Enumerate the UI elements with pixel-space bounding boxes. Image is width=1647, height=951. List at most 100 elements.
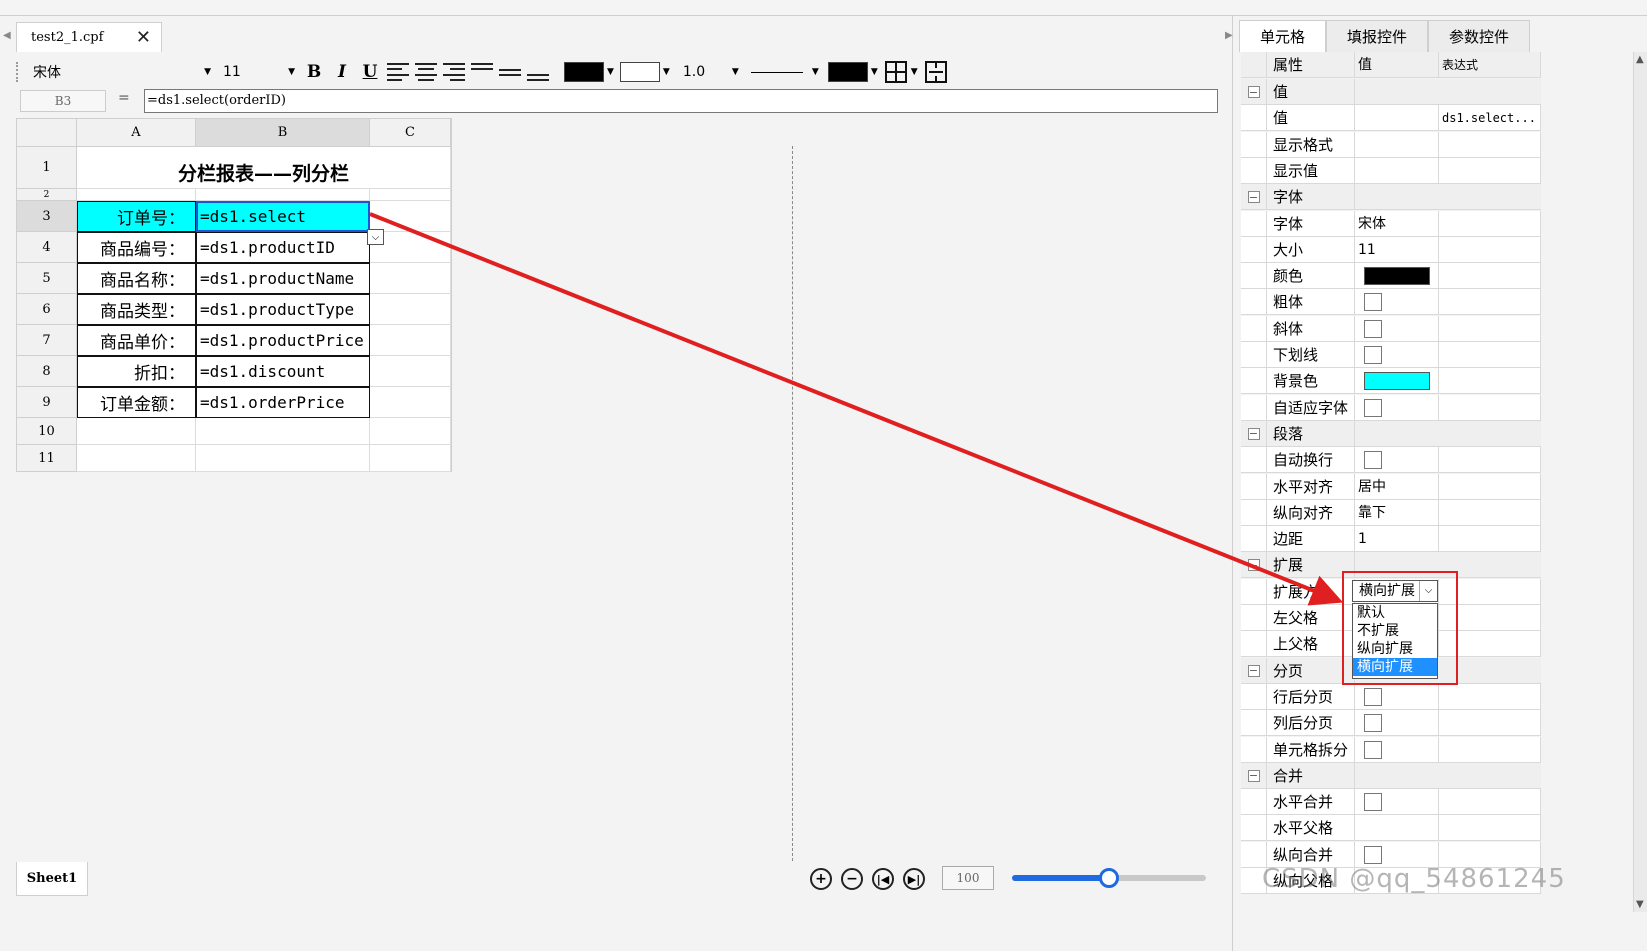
- row-header[interactable]: 4: [17, 232, 77, 263]
- document-tab[interactable]: test2_1.cpf ✕: [16, 22, 162, 52]
- first-page-icon[interactable]: |◀: [872, 868, 894, 890]
- row-header[interactable]: 8: [17, 356, 77, 387]
- collapse-icon[interactable]: −: [1247, 427, 1260, 440]
- property-checkbox[interactable]: [1364, 398, 1382, 417]
- scroll-up-icon[interactable]: ▲: [1636, 54, 1644, 65]
- formula-cell[interactable]: =ds1.orderPrice: [196, 387, 370, 418]
- panel-collapse-icon[interactable]: ▶: [1225, 30, 1233, 41]
- label-cell[interactable]: 商品名称：: [77, 263, 196, 294]
- row-header[interactable]: 3: [17, 201, 77, 232]
- property-checkbox[interactable]: [1364, 740, 1382, 759]
- row-header[interactable]: 7: [17, 325, 77, 356]
- cell-dropdown-button[interactable]: ⌵: [367, 229, 384, 245]
- property-checkbox[interactable]: [1364, 346, 1382, 364]
- row-header[interactable]: 9: [17, 387, 77, 418]
- collapse-icon[interactable]: −: [1247, 664, 1260, 677]
- label-cell[interactable]: 商品单价：: [77, 325, 196, 356]
- property-checkbox[interactable]: [1364, 714, 1382, 733]
- property-value[interactable]: 11: [1358, 242, 1376, 258]
- font-family-select[interactable]: 宋体 ▼: [26, 60, 216, 84]
- property-group-row[interactable]: − 合并: [1241, 762, 1541, 789]
- empty-cell[interactable]: [370, 445, 451, 472]
- formula-cell[interactable]: =ds1.select: [196, 201, 370, 232]
- label-cell[interactable]: 商品类型：: [77, 294, 196, 325]
- row-header[interactable]: 2: [17, 189, 77, 201]
- color-swatch[interactable]: [1364, 267, 1430, 286]
- chevron-down-icon[interactable]: ▼: [607, 67, 614, 77]
- chevron-down-icon[interactable]: ▼: [871, 67, 878, 77]
- border-all-icon[interactable]: [884, 60, 908, 84]
- collapse-icon[interactable]: −: [1247, 559, 1260, 572]
- merge-cells-icon[interactable]: [924, 60, 948, 84]
- scroll-down-icon[interactable]: ▼: [1636, 899, 1644, 910]
- property-value[interactable]: 1: [1358, 531, 1367, 547]
- align-right-icon[interactable]: [443, 63, 465, 81]
- align-top-icon[interactable]: [471, 63, 493, 81]
- font-size-select[interactable]: 11 ▼: [216, 60, 300, 84]
- zoom-in-icon[interactable]: +: [810, 868, 832, 890]
- border-color-swatch[interactable]: [827, 62, 868, 82]
- zoom-input[interactable]: 100: [942, 866, 994, 890]
- align-bottom-icon[interactable]: [527, 63, 549, 81]
- collapse-icon[interactable]: −: [1247, 769, 1260, 782]
- font-color-swatch[interactable]: [564, 62, 604, 82]
- row-header[interactable]: 11: [17, 445, 77, 472]
- empty-cell[interactable]: [370, 201, 451, 232]
- sheet-tab[interactable]: Sheet1: [16, 862, 88, 896]
- property-group-row[interactable]: − 值: [1241, 79, 1541, 105]
- color-swatch[interactable]: [1364, 372, 1430, 391]
- align-center-icon[interactable]: [415, 63, 437, 81]
- empty-cell[interactable]: [370, 294, 451, 325]
- tab-cell[interactable]: 单元格: [1239, 20, 1327, 52]
- empty-cell[interactable]: [196, 445, 370, 472]
- left-collapse-icon[interactable]: ◀: [3, 30, 11, 41]
- report-title[interactable]: 分栏报表——列分栏: [77, 147, 451, 189]
- column-header[interactable]: A: [77, 119, 196, 147]
- formula-cell[interactable]: =ds1.productName: [196, 263, 370, 294]
- empty-cell[interactable]: [196, 418, 370, 445]
- line-style-select[interactable]: ▼: [744, 60, 824, 84]
- empty-cell[interactable]: [370, 263, 451, 294]
- close-icon[interactable]: ✕: [136, 27, 151, 48]
- underline-button[interactable]: U: [356, 59, 384, 85]
- line-width-select[interactable]: 1.0 ▼: [676, 60, 744, 84]
- property-group-row[interactable]: − 字体: [1241, 184, 1541, 211]
- fill-color-swatch[interactable]: [619, 62, 660, 82]
- align-middle-icon[interactable]: [499, 63, 521, 81]
- label-cell[interactable]: 订单号：: [77, 201, 196, 232]
- column-header[interactable]: B: [196, 119, 370, 147]
- property-checkbox[interactable]: [1364, 687, 1382, 706]
- row-header[interactable]: 6: [17, 294, 77, 325]
- collapse-icon[interactable]: −: [1247, 86, 1260, 98]
- row-header[interactable]: 10: [17, 418, 77, 445]
- italic-button[interactable]: I: [328, 59, 356, 85]
- formula-cell[interactable]: =ds1.productType: [196, 294, 370, 325]
- label-cell[interactable]: 订单金额：: [77, 387, 196, 418]
- formula-cell[interactable]: =ds1.productPrice: [196, 325, 370, 356]
- property-checkbox[interactable]: [1364, 451, 1382, 470]
- empty-cell[interactable]: [77, 445, 196, 472]
- empty-cell[interactable]: [370, 387, 451, 418]
- property-value[interactable]: 宋体: [1358, 216, 1386, 232]
- bold-button[interactable]: B: [300, 59, 328, 85]
- collapse-icon[interactable]: −: [1247, 191, 1260, 204]
- column-header[interactable]: C: [370, 119, 451, 147]
- row-header[interactable]: 5: [17, 263, 77, 294]
- label-cell[interactable]: 折扣：: [77, 356, 196, 387]
- panel-scrollbar[interactable]: ▲ ▼: [1633, 52, 1647, 912]
- property-checkbox[interactable]: [1364, 293, 1382, 312]
- last-page-icon[interactable]: ▶|: [903, 868, 925, 890]
- tab-param-control[interactable]: 参数控件: [1428, 20, 1531, 52]
- select-all-corner[interactable]: [17, 119, 77, 147]
- property-group-row[interactable]: − 段落: [1241, 420, 1541, 447]
- empty-cell[interactable]: [370, 189, 451, 201]
- empty-cell[interactable]: [370, 325, 451, 356]
- formula-cell[interactable]: =ds1.discount: [196, 356, 370, 387]
- formula-input[interactable]: =ds1.select(orderID): [144, 89, 1218, 113]
- property-value[interactable]: 居中: [1358, 479, 1386, 495]
- empty-cell[interactable]: [196, 189, 370, 201]
- zoom-out-icon[interactable]: −: [841, 868, 863, 890]
- align-left-icon[interactable]: [387, 63, 409, 81]
- tab-fill-control[interactable]: 填报控件: [1326, 20, 1429, 52]
- row-header[interactable]: 1: [17, 147, 77, 189]
